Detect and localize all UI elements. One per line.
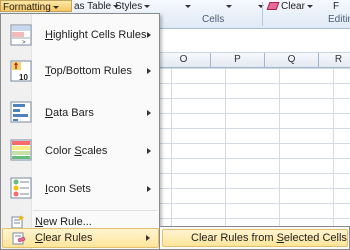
chevron-down-icon <box>185 4 191 8</box>
as-table-label: as Table <box>74 1 112 12</box>
menu-item-label: Highlight Cells Rules <box>45 29 147 41</box>
menu-item-clear-rules-from-selected-cells[interactable]: Clear Rules from Selected Cells <box>162 229 348 247</box>
find-select-button[interactable]: F <box>333 0 339 13</box>
chevron-right-icon <box>147 148 151 154</box>
column-header-o[interactable]: O <box>156 53 210 67</box>
top-bottom-rules-icon: 10 <box>10 60 32 82</box>
chevron-down-icon <box>258 4 264 8</box>
cell-styles-button[interactable]: Styles <box>115 0 151 13</box>
column-header-p[interactable]: P <box>210 53 264 67</box>
menu-item-data-bars[interactable]: Data Bars <box>2 96 159 128</box>
color-scales-icon <box>10 139 32 161</box>
styles-label: Styles <box>115 1 143 12</box>
menu-item-top-bottom-rules[interactable]: 10 Top/Bottom Rules <box>2 54 159 88</box>
chevron-right-icon <box>147 110 151 116</box>
clear-button[interactable]: Clear <box>266 0 313 13</box>
menu-item-icon-sets[interactable]: Icon Sets <box>2 172 159 204</box>
menu-item-clear-rules[interactable]: Clear Rules <box>2 228 159 248</box>
column-header-q[interactable]: Q <box>264 53 318 67</box>
chevron-down-icon <box>226 4 232 8</box>
format-as-table-button[interactable]: as Table <box>74 0 120 13</box>
menu-item-label: Color Scales <box>45 145 108 157</box>
menu-item-label: Top/Bottom Rules <box>45 65 132 77</box>
menu-item-label: Clear Rules <box>35 232 93 244</box>
menu-item-highlight-cells-rules[interactable]: > Highlight Cells Rules <box>2 20 159 50</box>
chevron-down-icon <box>306 4 313 8</box>
insert-dropdown[interactable] <box>183 0 191 13</box>
menu-item-label: Icon Sets <box>45 183 91 195</box>
icon-sets-icon <box>10 177 32 199</box>
highlight-cells-rules-icon: > <box>10 24 32 46</box>
svg-text:>: > <box>22 40 26 46</box>
formatting-label: Formatting <box>3 2 51 13</box>
chevron-right-icon <box>147 32 151 38</box>
new-rule-icon <box>11 215 24 229</box>
find-select-label: F <box>333 1 340 12</box>
chevron-down-icon <box>52 5 59 9</box>
data-bars-icon <box>10 101 32 123</box>
conditional-formatting-menu: > Highlight Cells Rules 10 Top/Bottom Ru… <box>0 13 160 250</box>
svg-text:10: 10 <box>19 73 28 82</box>
menu-item-label: New Rule... <box>35 216 92 228</box>
menu-separator <box>33 210 157 211</box>
chevron-right-icon <box>147 186 151 192</box>
chevron-right-icon <box>146 235 150 241</box>
clear-rules-submenu: Clear Rules from Selected Cells <box>159 226 350 250</box>
chevron-right-icon <box>147 68 151 74</box>
group-label-editing: Editin <box>328 14 350 25</box>
delete-dropdown[interactable] <box>224 0 232 13</box>
column-header-r[interactable]: R <box>318 53 350 67</box>
conditional-formatting-button[interactable]: Formatting <box>0 0 72 13</box>
menu-item-label: Data Bars <box>45 107 94 119</box>
chevron-down-icon <box>144 4 151 8</box>
eraser-icon <box>266 2 280 11</box>
group-label-cells: Cells <box>202 14 225 25</box>
submenu-item-label: Clear Rules from Selected Cells <box>191 232 347 244</box>
menu-item-color-scales[interactable]: Color Scales <box>2 134 159 166</box>
clear-rules-icon <box>12 232 26 245</box>
group-divider <box>262 2 263 26</box>
clear-label: Clear <box>281 1 305 12</box>
